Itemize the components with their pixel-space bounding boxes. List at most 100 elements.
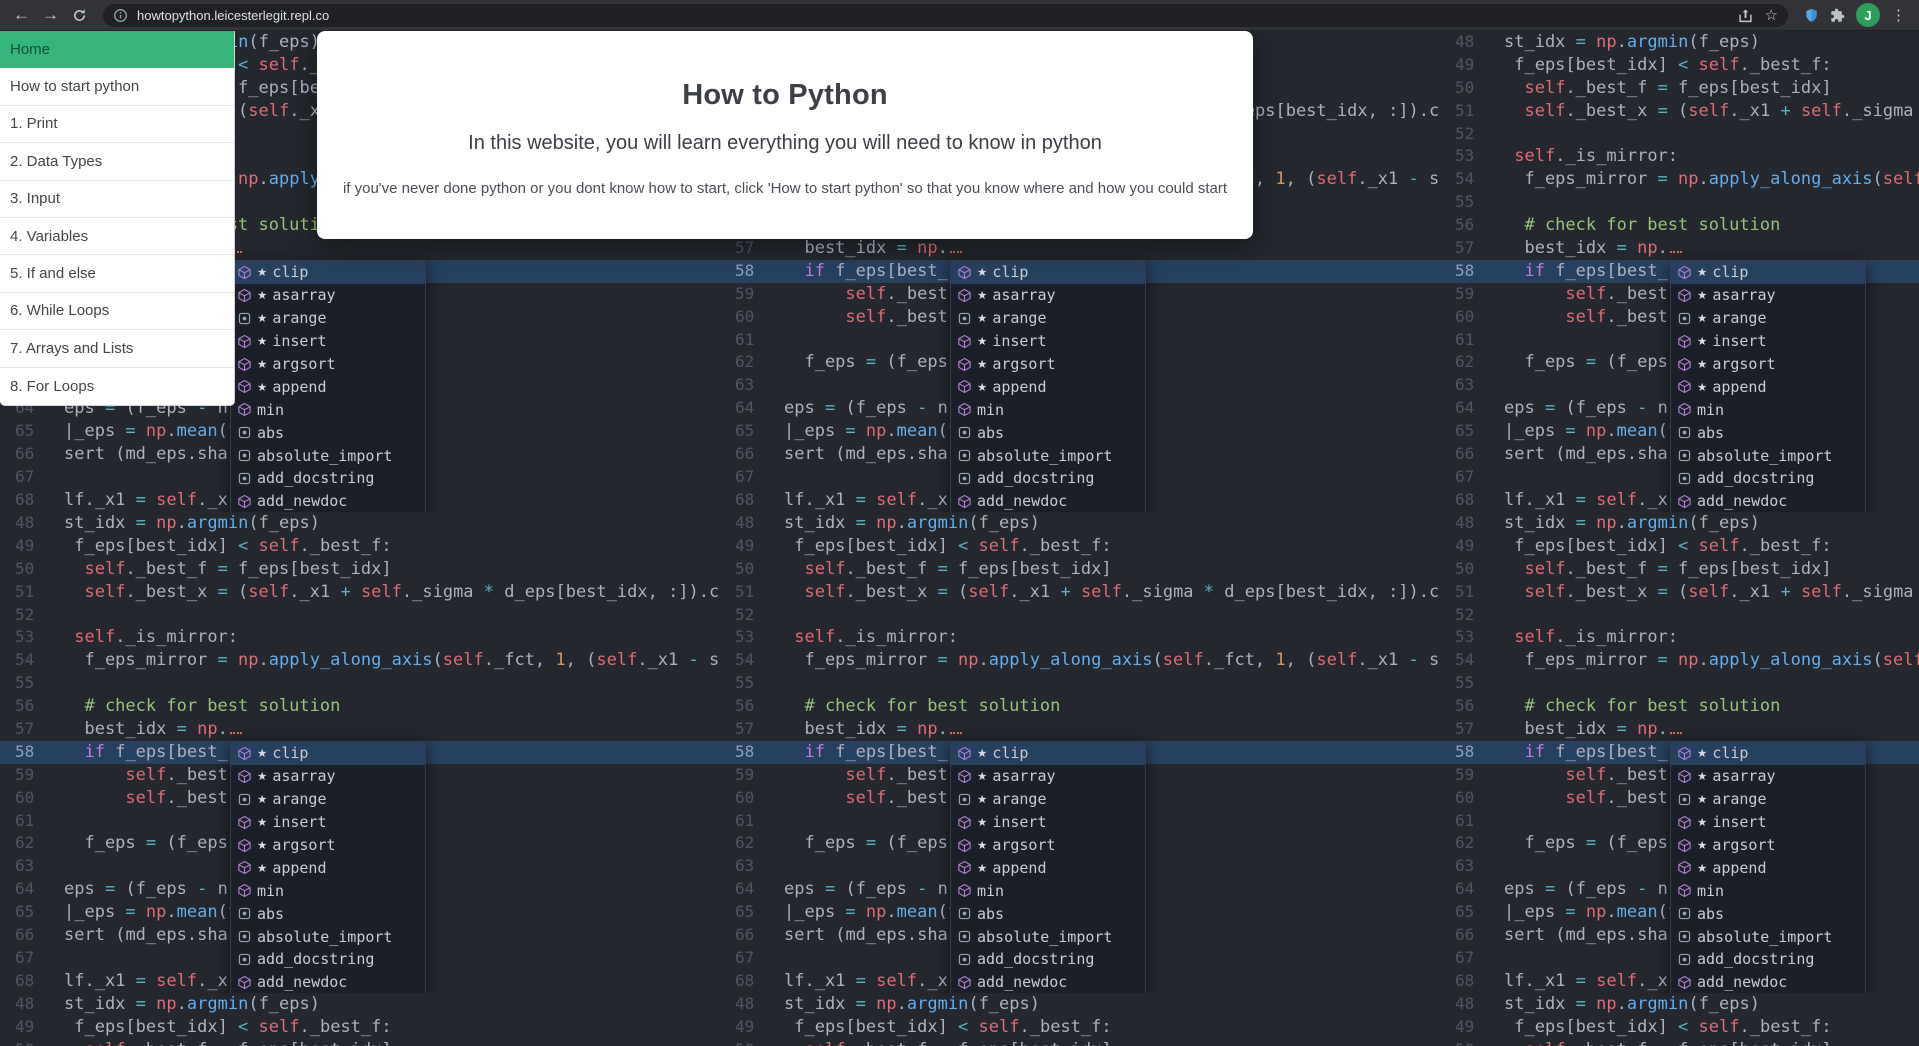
code-line: 49 f_eps[best_idx] < self._best_f: xyxy=(720,1016,1440,1039)
code-text: |_eps = np.mean(f xyxy=(64,901,238,924)
module-icon xyxy=(1677,860,1692,875)
sidebar-item-4-variables[interactable]: 4. Variables xyxy=(0,218,234,255)
sidebar-item-6-while-loops[interactable]: 6. While Loops xyxy=(0,293,234,330)
line-number: 63 xyxy=(1440,855,1504,878)
code-text: |_eps = np.mean(f xyxy=(1504,420,1678,443)
star-icon: ★ xyxy=(257,357,267,371)
site-info-icon[interactable] xyxy=(113,8,128,23)
code-line: 53 self._is_mirror: xyxy=(0,626,720,649)
line-number: 65 xyxy=(1440,420,1504,443)
module-icon xyxy=(1677,402,1692,417)
line-number: 53 xyxy=(1440,626,1504,649)
code-text: if f_eps[best_ xyxy=(64,741,228,764)
extensions-button[interactable] xyxy=(1830,8,1845,23)
code-text: best_idx = np. xyxy=(1504,718,1682,741)
autocomplete-label: add_newdoc xyxy=(977,973,1067,991)
code-text: f_eps[best_idx] < self._best_f: xyxy=(1504,1016,1832,1039)
star-icon: ★ xyxy=(1697,861,1707,875)
autocomplete-label: clip xyxy=(992,263,1028,281)
line-number: 50 xyxy=(720,558,784,581)
autocomplete-item-argsort: ★argsort xyxy=(951,834,1145,857)
sidebar-item-home[interactable]: Home xyxy=(0,31,234,68)
module-icon xyxy=(1677,494,1692,509)
line-number: 67 xyxy=(720,947,784,970)
star-icon: ★ xyxy=(977,815,987,829)
autocomplete-item-min: min xyxy=(231,398,425,421)
field-icon xyxy=(957,952,972,967)
line-number: 57 xyxy=(720,237,784,260)
autocomplete-popup: ★clip★asarray★arange★insert★argsort★appe… xyxy=(1670,260,1866,512)
autocomplete-label: asarray xyxy=(1712,767,1775,785)
code-text: self._best xyxy=(784,764,948,787)
sidebar-item-8-for-loops[interactable]: 8. For Loops xyxy=(0,368,234,405)
autocomplete-label: add_newdoc xyxy=(1697,973,1787,991)
code-line: 57 best_idx = np. xyxy=(720,718,1440,741)
code-line: 52 xyxy=(1440,604,1919,627)
code-pane: 48st_idx = np.argmin(f_eps)49 f_eps[best… xyxy=(1440,512,1919,993)
module-icon xyxy=(957,838,972,853)
code-text: # check for best solution xyxy=(784,695,1060,718)
browser-menu-button[interactable]: ⋮ xyxy=(1891,6,1905,24)
code-text: eps = (f_eps - n xyxy=(1504,878,1668,901)
code-line: 50 self._best_f = f_eps[best_idx] xyxy=(0,1039,720,1046)
code-line: 52 xyxy=(1440,123,1919,146)
line-number: 62 xyxy=(1440,832,1504,855)
sidebar-item-1-print[interactable]: 1. Print xyxy=(0,106,234,143)
field-icon xyxy=(1677,792,1692,807)
line-number: 65 xyxy=(0,901,64,924)
shield-extension-button[interactable] xyxy=(1804,8,1819,23)
code-text: self._best_x = (self._x1 + self._sigma *… xyxy=(784,581,1440,604)
star-icon: ★ xyxy=(977,311,987,325)
line-number: 63 xyxy=(720,855,784,878)
autocomplete-item-clip: ★clip xyxy=(231,261,425,284)
module-icon xyxy=(957,494,972,509)
code-text: self._best_f = f_eps[best_idx] xyxy=(64,558,392,581)
autocomplete-label: append xyxy=(992,859,1046,877)
sidebar-item-how-to-start-python[interactable]: How to start python xyxy=(0,68,234,105)
star-icon: ★ xyxy=(977,288,987,302)
profile-avatar[interactable]: J xyxy=(1856,3,1880,27)
line-number: 62 xyxy=(0,832,64,855)
star-icon: ★ xyxy=(257,334,267,348)
autocomplete-item-absolute_import: absolute_import xyxy=(951,925,1145,948)
line-number: 67 xyxy=(0,466,64,489)
autocomplete-item-argsort: ★argsort xyxy=(1671,353,1865,376)
field-icon xyxy=(237,311,252,326)
autocomplete-label: abs xyxy=(977,424,1004,442)
autocomplete-label: abs xyxy=(977,905,1004,923)
star-icon: ★ xyxy=(257,815,267,829)
sidebar-item-7-arrays-and-lists[interactable]: 7. Arrays and Lists xyxy=(0,330,234,367)
code-text: self._best xyxy=(64,787,228,810)
autocomplete-item-arange: ★arange xyxy=(231,307,425,330)
autocomplete-label: absolute_import xyxy=(257,447,392,465)
code-text: if f_eps[best_ xyxy=(784,741,948,764)
autocomplete-item-clip: ★clip xyxy=(1671,742,1865,765)
autocomplete-item-add_newdoc: add_newdoc xyxy=(951,971,1145,993)
line-number: 56 xyxy=(720,695,784,718)
sidebar-item-2-data-types[interactable]: 2. Data Types xyxy=(0,143,234,180)
autocomplete-item-add_docstring: add_docstring xyxy=(1671,948,1865,971)
code-text: lf._x1 = self._x xyxy=(64,489,228,512)
autocomplete-label: arange xyxy=(272,790,326,808)
field-icon xyxy=(1677,952,1692,967)
code-line: 55 xyxy=(720,672,1440,695)
bookmark-button[interactable]: ☆ xyxy=(1765,6,1778,24)
address-bar[interactable]: howtopython.leicesterlegit.repl.co ☆ xyxy=(103,4,1788,27)
autocomplete-item-add_docstring: add_docstring xyxy=(231,467,425,490)
modal-title: How to Python xyxy=(317,79,1253,112)
modal-subtitle: In this website, you will learn everythi… xyxy=(317,132,1253,155)
autocomplete-item-arange: ★arange xyxy=(1671,307,1865,330)
code-text: best_idx = np. xyxy=(784,237,962,260)
forward-button[interactable]: → xyxy=(37,2,64,29)
code-line: 50 self._best_f = f_eps[best_idx] xyxy=(0,558,720,581)
sidebar-item-5-if-and-else[interactable]: 5. If and else xyxy=(0,255,234,292)
code-text: f_eps[best_idx] < self._best_f: xyxy=(784,1016,1112,1039)
refresh-button[interactable] xyxy=(66,2,93,29)
autocomplete-item-append: ★append xyxy=(1671,856,1865,879)
share-button[interactable] xyxy=(1738,8,1753,23)
sidebar-item-3-input[interactable]: 3. Input xyxy=(0,181,234,218)
back-button[interactable]: ← xyxy=(8,2,35,29)
star-icon: ★ xyxy=(257,311,267,325)
line-number: 51 xyxy=(720,581,784,604)
star-icon: ★ xyxy=(257,265,267,279)
